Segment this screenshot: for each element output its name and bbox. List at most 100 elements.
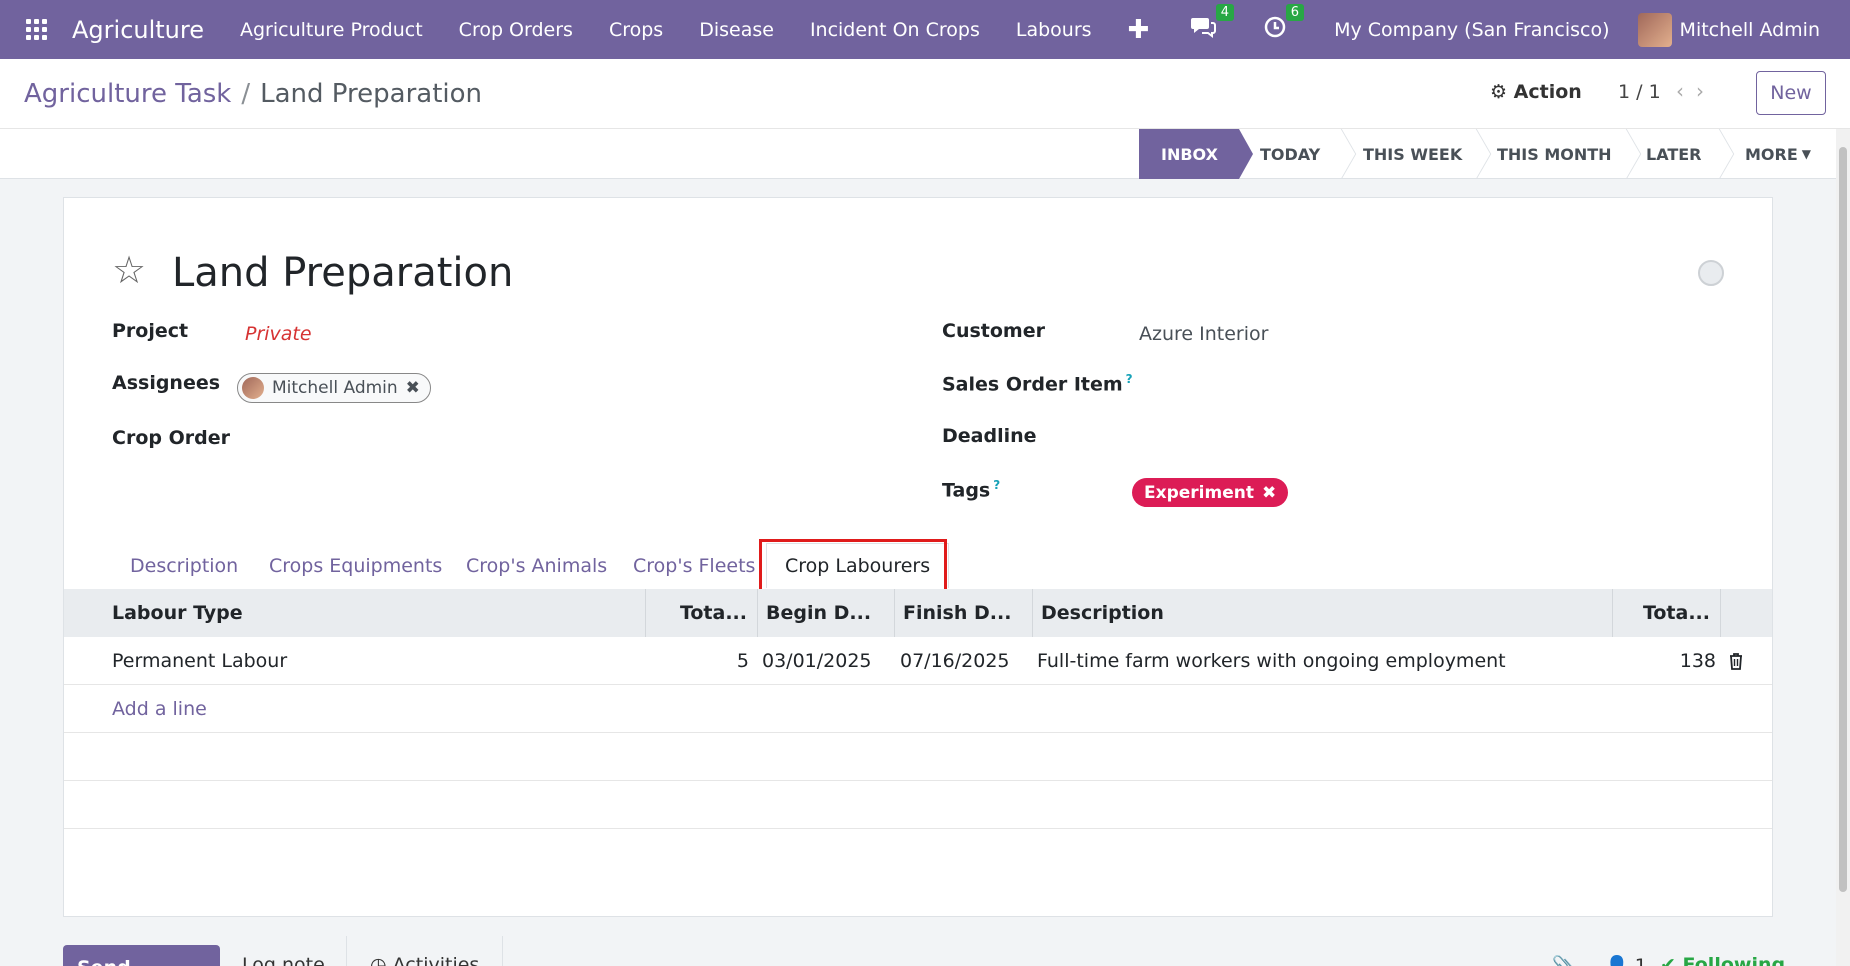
menu-agriculture-product[interactable]: Agriculture Product (222, 19, 441, 41)
activities-button[interactable]: ◷ Activities (370, 954, 479, 966)
filter-this-month[interactable]: THIS MONTH (1497, 129, 1612, 179)
tab-crops-equipments[interactable]: Crops Equipments (269, 543, 442, 588)
action-button[interactable]: ⚙ Action (1490, 81, 1582, 103)
tab-description[interactable]: Description (130, 543, 238, 588)
user-avatar[interactable] (1637, 12, 1672, 47)
star-icon[interactable]: ☆ (112, 248, 146, 292)
messages-icon[interactable]: 4 (1190, 3, 1235, 44)
menu-labours[interactable]: Labours (998, 19, 1110, 41)
column-total-cost[interactable]: Tota... (1612, 589, 1720, 637)
empty-row (64, 733, 1772, 781)
company-switcher[interactable]: My Company (San Francisco) (1334, 19, 1609, 41)
app-brand[interactable]: Agriculture (72, 16, 204, 44)
chatter-divider (346, 936, 347, 966)
breadcrumb-root[interactable]: Agriculture Task (24, 79, 231, 109)
tag-chip[interactable]: Experiment ✖ (1132, 478, 1289, 507)
cell-total-cost[interactable]: 138 (1612, 637, 1716, 685)
menu-disease[interactable]: Disease (681, 19, 792, 41)
kanban-state-indicator[interactable] (1698, 260, 1724, 286)
new-button[interactable]: New (1756, 71, 1826, 115)
tab-crops-fleets[interactable]: Crop's Fleets (633, 543, 755, 588)
cell-total[interactable]: 5 (645, 637, 749, 685)
pager-previous-icon[interactable]: ‹ (1676, 79, 1696, 103)
activity-filter-bar: INBOX TODAY THIS WEEK THIS MONTH LATER M… (0, 129, 1850, 179)
customer-field[interactable]: Azure Interior (1139, 323, 1268, 345)
send-message-button[interactable]: Send message (63, 945, 220, 966)
cell-begin-date[interactable]: 03/01/2025 (762, 637, 872, 685)
task-title[interactable]: Land Preparation (172, 250, 513, 296)
column-labour-type[interactable]: Labour Type (112, 589, 243, 637)
filter-inbox-label: INBOX (1161, 144, 1218, 164)
filter-later-label: LATER (1646, 144, 1702, 164)
sales-order-item-text: Sales Order Item (942, 373, 1123, 396)
remove-icon[interactable]: ✖ (406, 378, 420, 398)
filter-this-month-label: THIS MONTH (1497, 144, 1612, 164)
filter-this-week[interactable]: THIS WEEK (1363, 129, 1462, 179)
filter-this-week-label: THIS WEEK (1363, 144, 1463, 164)
assignee-chip[interactable]: Mitchell Admin ✖ (237, 373, 431, 403)
column-begin-date[interactable]: Begin D... (757, 589, 894, 637)
menu-incident-on-crops[interactable]: Incident On Crops (792, 19, 998, 41)
following-button[interactable]: ✔ Following (1660, 954, 1785, 966)
tab-crop-labourers[interactable]: Crop Labourers (766, 543, 950, 588)
customer-label: Customer (942, 320, 1045, 342)
filter-today-label: TODAY (1260, 144, 1321, 164)
trash-icon[interactable] (1728, 637, 1744, 685)
activities-clock-icon[interactable]: 6 (1264, 3, 1305, 44)
project-label: Project (112, 320, 189, 342)
user-icon: 👤 (1605, 955, 1629, 966)
activities-label: Activities (392, 954, 480, 966)
empty-row (64, 781, 1772, 829)
filter-later[interactable]: LATER (1646, 129, 1702, 179)
tab-crops-animals[interactable]: Crop's Animals (466, 543, 607, 588)
chatter-bar: Send message Log note ◷ Activities 📎 👤 1… (0, 936, 1850, 966)
table-header: Labour Type Tota... Begin D... Finish D.… (64, 589, 1772, 637)
assignee-name: Mitchell Admin (272, 378, 398, 398)
plus-icon[interactable]: ✚ (1110, 15, 1168, 45)
cell-labour-type[interactable]: Permanent Labour (112, 637, 287, 685)
followers-button[interactable]: 👤 1 (1605, 954, 1647, 966)
clock-icon: ◷ (370, 954, 387, 966)
pager-value[interactable]: 1 / 1 (1618, 81, 1661, 103)
project-field[interactable]: Private (245, 323, 312, 345)
scrollbar-thumb[interactable] (1839, 147, 1847, 892)
notebook-tabs: Description Crops Equipments Crop's Anim… (64, 543, 1772, 588)
breadcrumb-current: Land Preparation (260, 79, 483, 109)
help-icon[interactable]: ? (993, 478, 1000, 492)
assignees-label: Assignees (112, 372, 221, 394)
pager-next-icon[interactable]: › (1696, 79, 1716, 103)
column-total[interactable]: Tota... (645, 589, 757, 637)
log-note-button[interactable]: Log note (242, 954, 325, 966)
filter-more[interactable]: MORE ▼ (1745, 129, 1811, 179)
cell-description[interactable]: Full-time farm workers with ongoing empl… (1037, 637, 1506, 685)
remove-icon[interactable]: ✖ (1262, 483, 1276, 503)
stage-divider (1718, 129, 1719, 179)
cell-finish-date[interactable]: 07/16/2025 (900, 637, 1010, 685)
filter-more-label: MORE (1745, 144, 1798, 164)
activities-badge: 6 (1285, 3, 1305, 21)
control-panel: Agriculture Task / Land Preparation ⚙ Acti… (0, 59, 1850, 129)
stage-divider (1625, 129, 1626, 179)
chatter-divider (502, 936, 503, 966)
avatar (242, 377, 264, 399)
column-finish-date[interactable]: Finish D... (894, 589, 1032, 637)
add-line-row: Add a line (64, 685, 1772, 733)
paperclip-icon[interactable]: 📎 (1552, 954, 1576, 966)
menu-crop-orders[interactable]: Crop Orders (441, 19, 591, 41)
page-scrollbar[interactable] (1836, 129, 1850, 966)
tags-label: Tags? (942, 478, 1000, 501)
column-actions (1720, 589, 1772, 637)
action-label: Action (1513, 81, 1582, 103)
table-row[interactable]: Permanent Labour 5 03/01/2025 07/16/2025… (64, 637, 1772, 685)
add-line-link[interactable]: Add a line (112, 685, 207, 733)
form-sheet: ☆ Land Preparation Project Private Assig… (63, 197, 1773, 917)
apps-menu-icon[interactable] (26, 18, 48, 41)
filter-inbox[interactable]: INBOX (1139, 129, 1253, 179)
help-icon[interactable]: ? (1126, 372, 1133, 386)
user-menu[interactable]: Mitchell Admin (1680, 19, 1820, 41)
sales-order-item-label: Sales Order Item? (942, 372, 1133, 395)
followers-count: 1 (1634, 955, 1647, 966)
menu-crops[interactable]: Crops (591, 19, 681, 41)
column-description[interactable]: Description (1032, 589, 1612, 637)
filter-today[interactable]: TODAY (1260, 129, 1320, 179)
